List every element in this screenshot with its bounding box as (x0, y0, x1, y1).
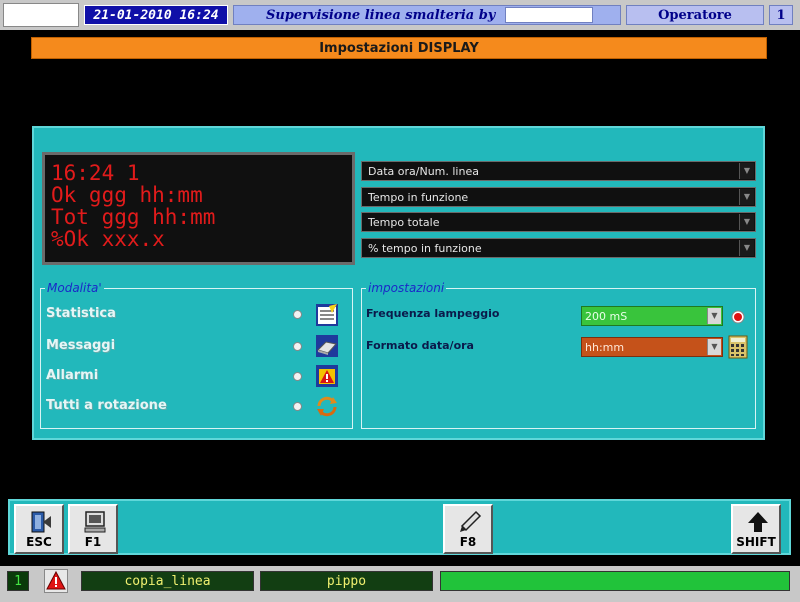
page-title: Impostazioni DISPLAY (31, 37, 767, 59)
status-indicator-bar (440, 571, 790, 591)
line-3-select[interactable]: Tempo totale ▼ (361, 212, 756, 232)
esc-label: ESC (26, 535, 52, 549)
f1-button[interactable]: F1 (68, 504, 118, 554)
mode-group-legend: Modalita' (45, 280, 104, 296)
mode-rotation-label: Tutti a rotazione (46, 398, 167, 413)
line-1-select[interactable]: Data ora/Num. linea ▼ (361, 161, 756, 181)
chevron-down-icon[interactable]: ▼ (739, 214, 754, 230)
status-field-line: copia_linea (81, 571, 254, 591)
line-3-select-value: Tempo totale (368, 216, 440, 229)
arrow-up-icon (748, 512, 768, 532)
mode-statistics-label: Statistica (46, 306, 116, 321)
led-display-preview: 16:24 1 Ok ggg hh:mm Tot ggg hh:mm %Ok x… (42, 152, 355, 265)
line-1-select-value: Data ora/Num. linea (368, 165, 479, 178)
blink-frequency-select[interactable]: 200 mS ▼ (581, 306, 723, 326)
led-line-4: %Ok xxx.x (51, 227, 165, 251)
statistics-icon (315, 303, 339, 327)
blink-indicator-icon (731, 309, 745, 324)
f8-button[interactable]: F8 (443, 504, 493, 554)
f8-label: F8 (459, 535, 477, 549)
mode-alarms-label: Allarmi (46, 368, 99, 383)
mode-rotation-radio[interactable] (293, 402, 302, 411)
chevron-down-icon[interactable]: ▼ (739, 240, 754, 256)
led-line-2: Ok ggg hh:mm (51, 183, 203, 207)
keypad-icon[interactable] (728, 335, 748, 359)
chevron-down-icon[interactable]: ▼ (707, 308, 721, 324)
chevron-down-icon[interactable]: ▼ (739, 163, 754, 179)
pencil-icon (460, 510, 482, 532)
led-line-3: Tot ggg hh:mm (51, 205, 216, 229)
company-name-box (505, 7, 593, 23)
settings-group-legend: impostazioni (366, 280, 447, 296)
line-2-select-value: Tempo in funzione (368, 191, 469, 204)
line-4-select-value: % tempo in funzione (368, 242, 482, 255)
warning-icon (46, 570, 66, 590)
chevron-down-icon[interactable]: ▼ (739, 189, 754, 205)
line-4-select[interactable]: % tempo in funzione ▼ (361, 238, 756, 258)
blink-frequency-label: Frequenza lampeggio (366, 307, 500, 320)
status-line-number: 1 (7, 571, 29, 591)
date-format-label: Formato data/ora (366, 339, 474, 352)
f1-label: F1 (84, 535, 102, 549)
line-2-select[interactable]: Tempo in funzione ▼ (361, 187, 756, 207)
status-field-user: pippo (260, 571, 433, 591)
function-key-bar (8, 499, 791, 555)
chevron-down-icon[interactable]: ▼ (707, 339, 721, 355)
mode-alarms-radio[interactable] (293, 372, 302, 381)
alarm-warning-button[interactable] (44, 569, 68, 593)
rotation-icon (315, 394, 339, 418)
mode-statistics-radio[interactable] (293, 310, 302, 319)
datetime-display: 21-01-2010 16:24 (84, 5, 228, 25)
messages-icon (315, 334, 339, 358)
alarms-icon (315, 364, 339, 388)
operator-number: 1 (769, 5, 793, 25)
esc-button[interactable]: ESC (14, 504, 64, 554)
computer-icon (84, 511, 106, 533)
mode-messages-radio[interactable] (293, 342, 302, 351)
date-format-select[interactable]: hh:mm ▼ (581, 337, 723, 357)
date-format-value: hh:mm (585, 341, 625, 354)
exit-icon (31, 511, 51, 533)
blink-frequency-value: 200 mS (585, 310, 628, 323)
shift-button[interactable]: SHIFT (731, 504, 781, 554)
operator-label[interactable]: Operatore (626, 5, 764, 25)
mode-messages-label: Messaggi (46, 338, 116, 353)
led-line-1: 16:24 1 (51, 161, 140, 185)
top-logo-area (3, 3, 79, 27)
shift-label: SHIFT (736, 535, 776, 549)
